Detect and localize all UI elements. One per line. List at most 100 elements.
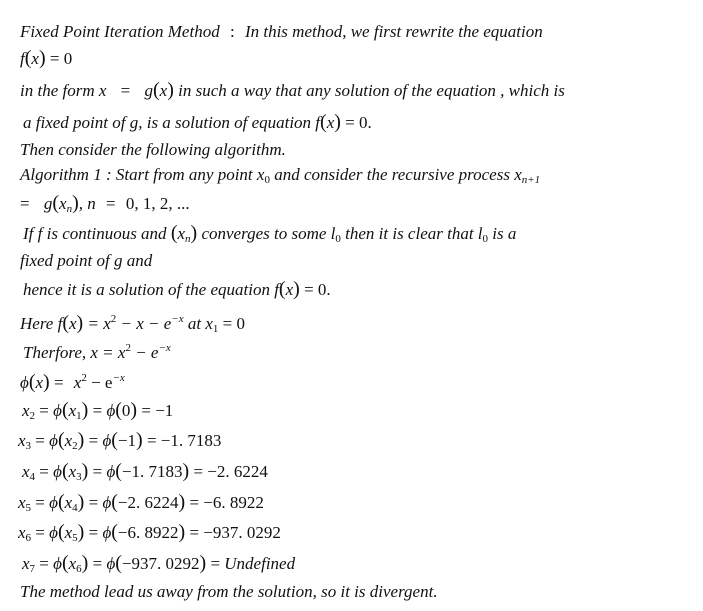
arg-x: x — [31, 49, 39, 68]
superscript-neg-x: −x — [112, 372, 125, 384]
phi-definition: ϕ(x) = x2 − e−x — [20, 368, 125, 393]
subscript-n-plus-1: n+1 — [521, 174, 541, 186]
here-prefix: Here f — [20, 314, 63, 333]
paren-open: ( — [153, 79, 160, 101]
lhs-var: x — [18, 523, 26, 542]
intro-text: In this method, we first rewrite the equ… — [244, 22, 543, 41]
phi-rest: − e — [86, 373, 113, 392]
phi-symbol: ϕ — [102, 523, 112, 542]
eq-sign: = — [92, 401, 103, 420]
fixed-line: fixed point of g and — [20, 251, 153, 270]
iteration-row: x2 = ϕ(x1) = ϕ(0) = −1 — [22, 400, 173, 426]
eq-sign: = — [141, 401, 151, 420]
converge-prefix: If f is continuous and — [23, 224, 167, 243]
phi-symbol: ϕ — [102, 493, 112, 512]
rhs: = 0 — [49, 49, 73, 68]
phi-input: −1 — [117, 431, 137, 450]
subscript-0: 0 — [264, 174, 270, 186]
converge-mid: converges to some l — [201, 224, 336, 243]
intro-line: Fixed Point Iteration Method : In this m… — [20, 22, 543, 42]
subscript-0: 0 — [482, 233, 489, 245]
colon: : — [229, 22, 235, 41]
eq-sign: = — [92, 462, 103, 481]
paren-close: ) — [43, 371, 50, 393]
then-line: Then consider the following algorithm. — [20, 140, 286, 159]
iteration-result: Undefined — [224, 554, 296, 573]
hence-line: hence it is a solution of the equation f… — [23, 279, 331, 300]
n-values: 0, 1, 2, ... — [125, 194, 190, 213]
paren-close: ) — [182, 460, 190, 482]
n-var: , n — [78, 194, 96, 213]
phi-symbol: ϕ — [106, 554, 116, 573]
paren-open: ( — [57, 429, 65, 451]
iteration-result: −2. 6224 — [207, 462, 268, 481]
converge-mid2: then it is clear that l — [345, 224, 483, 243]
eq-sign: = — [35, 523, 45, 542]
phi-input: −937. 0292 — [121, 554, 200, 573]
converge-suffix: is a — [492, 224, 517, 243]
therefore-rest: − e — [130, 343, 159, 362]
paren-close: ) — [72, 192, 79, 214]
paren-close: ) — [38, 47, 46, 69]
here-val: = 0 — [222, 314, 245, 333]
paren-close: ) — [77, 491, 85, 513]
phi-input: −6. 8922 — [117, 523, 179, 542]
eq-sign: = — [88, 431, 99, 450]
subscript-1: 1 — [212, 323, 219, 335]
algorithm-label: Algorithm 1 : — [20, 165, 112, 184]
lhs-var: x — [22, 554, 30, 573]
here-eq: = x — [87, 314, 111, 333]
iteration-result: −1 — [155, 401, 174, 420]
eq-sign: = — [35, 493, 45, 512]
phi-symbol: ϕ — [49, 493, 58, 512]
method-heading: Fixed Point Iteration Method — [20, 22, 220, 41]
paren-open: ( — [61, 460, 69, 482]
paren-close: ) — [178, 491, 186, 513]
paren-open: ( — [52, 192, 60, 214]
hence-suffix: = 0. — [304, 280, 331, 299]
paren-close: ) — [77, 429, 85, 451]
iteration-row: x7 = ϕ(x6) = ϕ(−937. 0292) = Undefined — [22, 553, 295, 579]
phi-symbol: ϕ — [53, 554, 62, 573]
lhs-var: x — [22, 462, 30, 481]
eq-sign: = — [193, 462, 204, 481]
paren-close: ) — [334, 111, 341, 133]
paren-open: ( — [57, 491, 65, 513]
phi-input: −1. 7183 — [121, 462, 183, 481]
therefore-prefix: Therfore, x = — [23, 343, 114, 362]
form-prefix: in the form x — [20, 81, 107, 100]
conclusion-line: The method lead us away from the solutio… — [20, 582, 438, 601]
phi-symbol: ϕ — [102, 431, 112, 450]
eq-sign: = — [39, 401, 49, 420]
iteration-row: x6 = ϕ(x5) = ϕ(−6. 8922) = −937. 0292 — [18, 522, 281, 548]
arg-x: x — [69, 314, 77, 333]
phi-symbol: ϕ — [49, 431, 58, 450]
therefore-line: Therfore, x = x2 − e−x — [23, 338, 171, 363]
lhs-subscript: 6 — [25, 532, 32, 544]
paren-close: ) — [293, 278, 300, 300]
eq-sign: = — [39, 462, 49, 481]
here-rest: − x − e — [116, 314, 172, 333]
arg-x: x — [285, 280, 294, 299]
recursion-line: = g(xn), n = 0, 1, 2, ... — [20, 193, 190, 219]
lhs-subscript: 5 — [25, 502, 32, 514]
eq-sign: = — [146, 431, 157, 450]
superscript-neg-x: −x — [158, 342, 171, 354]
paren-close: ) — [190, 222, 198, 244]
arg-x: x — [59, 194, 67, 213]
form-suffix: in such a way that any solution of the e… — [178, 81, 565, 100]
equation-f-zero: f(x) = 0 — [20, 48, 72, 69]
here-at: at x — [187, 314, 213, 333]
eq-sign: = — [189, 493, 200, 512]
here-line: Here f(x) = x2 − x − e−x at x1 = 0 — [20, 309, 245, 339]
paren-open: ( — [278, 278, 286, 300]
eq-sign: = — [189, 523, 200, 542]
hence-prefix: hence it is a solution of the equation f — [23, 280, 279, 299]
eq-sign: = — [88, 493, 99, 512]
eq-sign: = — [210, 554, 221, 573]
iteration-result: −1. 7183 — [160, 431, 222, 450]
paren-close: ) — [178, 521, 186, 543]
algorithm-text: Start from any point x — [115, 165, 265, 184]
eq-sign: = — [88, 523, 99, 542]
superscript-neg-x: −x — [171, 313, 184, 325]
